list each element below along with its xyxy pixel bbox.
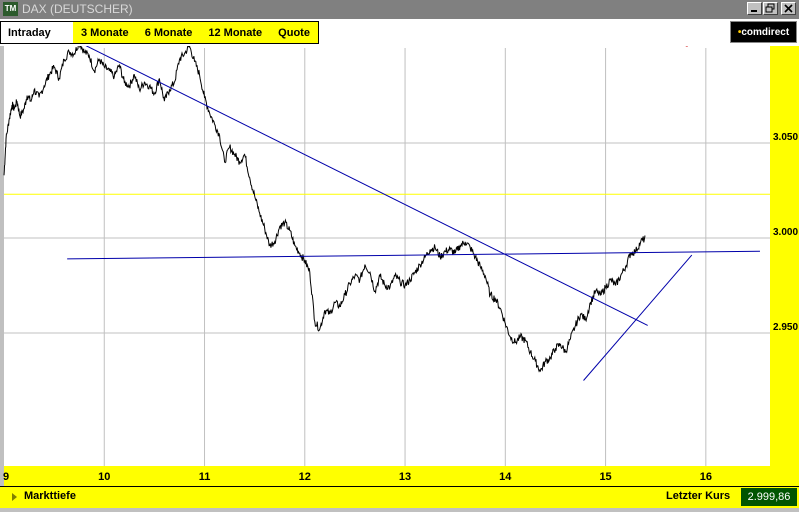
x-tick-label: 13 (399, 471, 411, 483)
minimize-icon (751, 10, 757, 12)
x-tick-label: 9 (3, 471, 9, 483)
x-tick-label: 12 (299, 471, 311, 483)
expand-arrow-icon[interactable] (12, 493, 17, 501)
close-button[interactable] (781, 2, 796, 15)
app-icon: TM (3, 2, 18, 16)
window-footer (0, 508, 799, 512)
tab-12-monate[interactable]: 12 Monate (200, 21, 271, 44)
x-axis-panel (0, 466, 770, 486)
x-tick-label: 15 (599, 471, 611, 483)
close-icon (784, 4, 793, 13)
x-tick-label: 10 (98, 471, 110, 483)
tab-quote[interactable]: Quote (270, 21, 319, 44)
comdirect-logo[interactable]: •comdirect (730, 21, 797, 43)
tab-intraday[interactable]: Intraday (0, 21, 73, 44)
chart-background (0, 46, 799, 486)
window-title: DAX (DEUTSCHER) (22, 2, 133, 16)
left-border (0, 46, 4, 486)
tab-bar: Intraday 3 Monate 6 Monate 12 Monate Quo… (0, 19, 799, 46)
x-tick-label: 11 (199, 471, 211, 483)
restore-icon (765, 3, 775, 13)
last-price-value: 2.999,86 (741, 488, 797, 506)
minimize-button[interactable] (747, 2, 762, 15)
x-tick-label: 14 (499, 471, 512, 483)
tab-6-monate[interactable]: 6 Monate (136, 21, 201, 44)
logo-text: comdirect (741, 27, 790, 38)
y-tick-label: 2.950 (773, 322, 798, 333)
window-titlebar: TM DAX (DEUTSCHER) (0, 0, 799, 19)
restore-button[interactable] (763, 2, 778, 15)
y-axis-panel (770, 46, 799, 486)
last-price-label: Letzter Kurs (666, 490, 731, 502)
markttiefe-link[interactable]: Markttiefe (24, 490, 76, 502)
dax-intraday-chart: 9 10 11 12 13 14 15 16 3.050 3.000 2.950 (0, 41, 799, 486)
y-tick-label: 3.050 (773, 132, 798, 143)
chart-area: 9 10 11 12 13 14 15 16 3.050 3.000 2.950 (0, 41, 799, 486)
status-bar: Markttiefe Letzter Kurs 2.999,86 (0, 486, 799, 508)
x-tick-label: 16 (700, 471, 712, 483)
tab-3-monate[interactable]: 3 Monate (73, 21, 137, 44)
y-tick-label: 3.000 (773, 227, 798, 238)
